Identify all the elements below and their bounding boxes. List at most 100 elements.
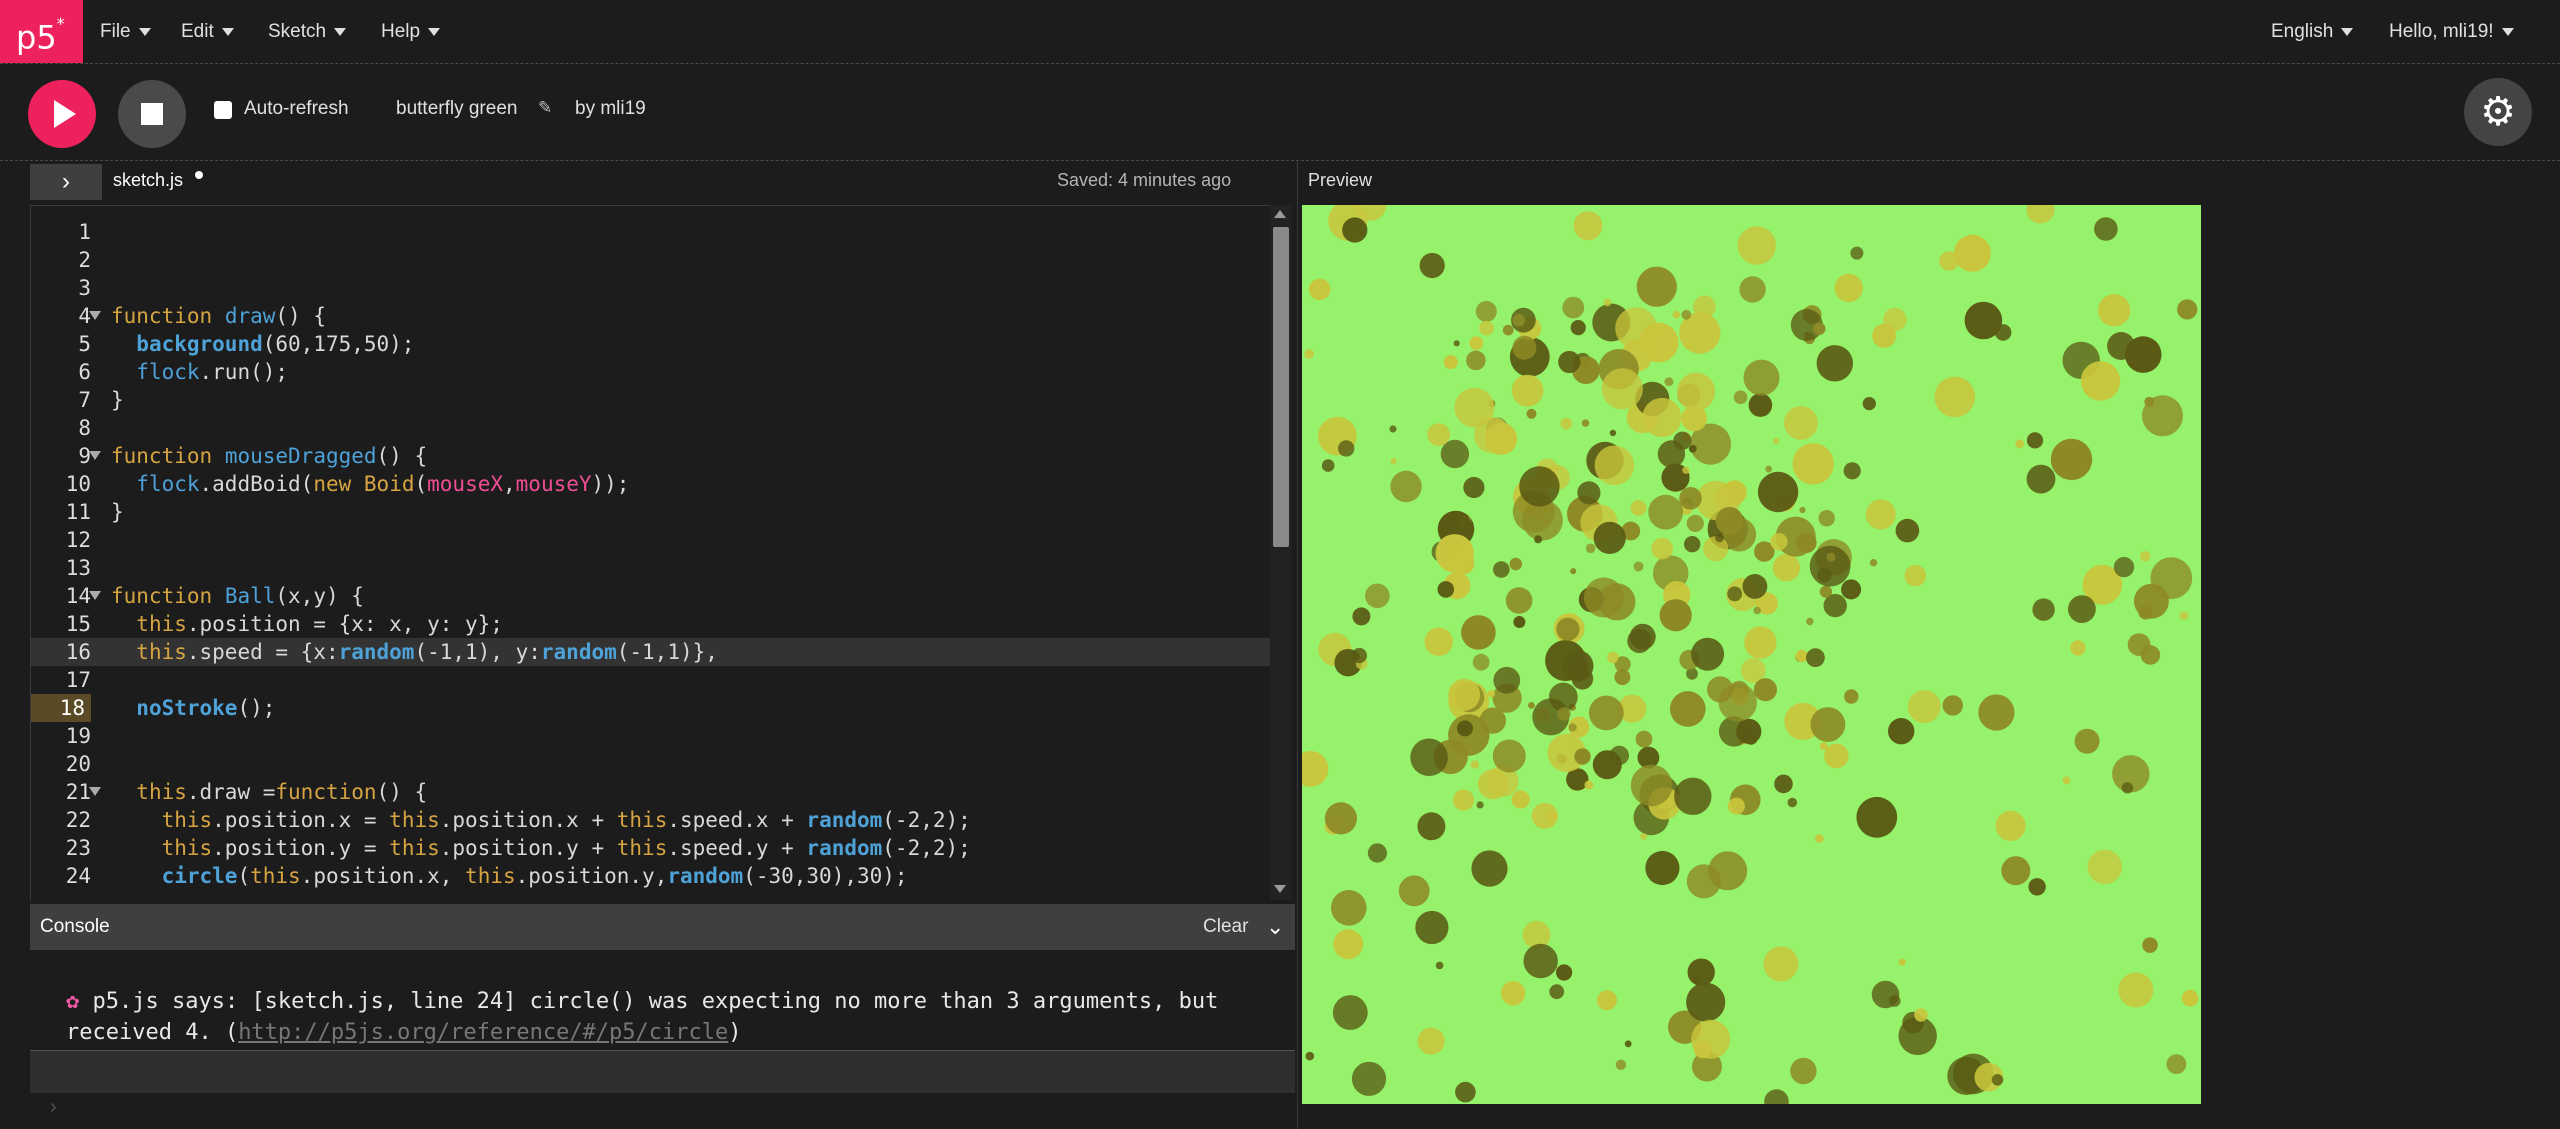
project-owner[interactable]: by mli19 <box>575 98 646 120</box>
editor-scrollbar-thumb[interactable] <box>1273 227 1289 547</box>
sketch-dot <box>1736 718 1762 745</box>
line-number: 16 <box>65 640 91 664</box>
line-number: 4 <box>78 304 91 328</box>
scroll-up-arrow-icon[interactable] <box>1274 210 1286 218</box>
code-line[interactable]: 12 <box>31 526 1271 554</box>
sketch-dot <box>1351 647 1367 664</box>
code-line[interactable]: 7} <box>31 386 1271 414</box>
sketch-dot <box>1681 405 1708 432</box>
menu-help[interactable]: Help <box>381 0 441 63</box>
sketch-dot <box>1627 628 1652 654</box>
sketch-dot <box>2113 556 2135 578</box>
code-line[interactable]: 13 <box>31 554 1271 582</box>
code-line[interactable]: 23 this.position.y = this.position.y + t… <box>31 834 1271 862</box>
fold-arrow-icon[interactable] <box>89 787 101 796</box>
sketch-dot <box>1470 760 1479 769</box>
code-line[interactable]: 1 <box>31 218 1271 246</box>
sketch-dot <box>1477 769 1508 800</box>
sketch-dot <box>1792 443 1834 485</box>
code-line[interactable]: 20 <box>31 750 1271 778</box>
fold-arrow-icon[interactable] <box>89 451 101 460</box>
sketch-dot <box>1748 393 1773 417</box>
sketch-dot <box>1512 335 1537 360</box>
sidebar-toggle-button[interactable]: › <box>30 164 102 200</box>
sketch-dot <box>1493 561 1510 578</box>
fold-arrow-icon[interactable] <box>89 311 101 320</box>
console-input[interactable] <box>30 1050 1295 1093</box>
code-line[interactable]: 17 <box>31 666 1271 694</box>
code-line[interactable]: 9 function mouseDragged() { <box>31 442 1271 470</box>
sketch-dot <box>1850 246 1864 260</box>
scroll-down-arrow-icon[interactable] <box>1274 885 1286 893</box>
sketch-dot <box>1942 695 1963 716</box>
menu-edit[interactable]: Edit <box>181 0 234 63</box>
sketch-dot <box>1471 850 1508 887</box>
play-button[interactable] <box>28 80 96 148</box>
sketch-dot <box>1308 278 1331 301</box>
auto-refresh-checkbox[interactable] <box>214 101 232 119</box>
sketch-dot <box>1677 372 1716 411</box>
code-line[interactable]: 11} <box>31 498 1271 526</box>
code-line[interactable]: 3 <box>31 274 1271 302</box>
sketch-dot <box>1708 851 1748 891</box>
sketch-dot <box>1869 559 1878 567</box>
sketch-dot <box>1715 507 1744 535</box>
code-line[interactable]: 19 <box>31 722 1271 750</box>
code-line[interactable]: 6 flock.run(); <box>31 358 1271 386</box>
sketch-preview-canvas[interactable] <box>1302 205 2201 1104</box>
sketch-dot <box>1844 689 1859 704</box>
panel-divider[interactable] <box>1297 160 1298 1129</box>
console-clear-button[interactable]: Clear <box>1203 916 1248 938</box>
code-line[interactable]: 22 this.position.x = this.position.x + t… <box>31 806 1271 834</box>
sketch-dot <box>1351 1061 1387 1096</box>
code-line[interactable]: 8 <box>31 414 1271 442</box>
toolbar <box>0 64 2560 161</box>
line-number: 5 <box>78 332 91 356</box>
sketch-dot <box>1448 678 1481 711</box>
language-selector[interactable]: English <box>2271 0 2354 63</box>
sketch-dot <box>1630 500 1647 516</box>
settings-button[interactable]: ⚙ <box>2464 78 2532 146</box>
code-text: this.position.x = this.position.x + this… <box>161 808 971 832</box>
sketch-dot <box>1636 266 1677 307</box>
menu-sketch[interactable]: Sketch <box>268 0 347 63</box>
sketch-dot <box>1651 537 1673 560</box>
project-name[interactable]: butterfly green <box>396 98 517 120</box>
code-line[interactable]: 10 flock.addBoid(new Boid(mouseX,mouseY)… <box>31 470 1271 498</box>
p5-logo[interactable]: p5* <box>0 0 83 63</box>
code-line[interactable]: 24 circle(this.position.x, this.position… <box>31 862 1271 890</box>
code-line[interactable]: 18 noStroke(); <box>31 694 1271 722</box>
code-line[interactable]: 16 this.speed = {x:random(-1,1), y:rando… <box>31 638 1271 666</box>
menu-file[interactable]: File <box>100 0 151 63</box>
sketch-dot <box>1806 617 1814 626</box>
sketch-dot <box>1568 723 1577 732</box>
sketch-dot <box>1302 751 1329 787</box>
sketch-dot <box>1415 910 1449 945</box>
sketch-dot <box>1500 981 1526 1006</box>
collapse-console-icon[interactable]: ⌄ <box>1266 914 1284 940</box>
sketch-dot <box>1570 568 1577 575</box>
fold-arrow-icon[interactable] <box>89 591 101 600</box>
code-line[interactable]: 14 function Ball(x,y) { <box>31 582 1271 610</box>
line-number: 24 <box>65 864 91 888</box>
sketch-dot <box>1511 374 1544 407</box>
sketch-dot <box>1770 533 1788 551</box>
pencil-icon[interactable]: ✎ <box>538 98 552 118</box>
sketch-dot <box>1743 359 1780 396</box>
sketch-dot <box>1715 533 1724 543</box>
code-line[interactable]: 21 this.draw =function() { <box>31 778 1271 806</box>
code-line[interactable]: 15 this.position = {x: x, y: y}; <box>31 610 1271 638</box>
code-line[interactable]: 4 function draw() { <box>31 302 1271 330</box>
user-menu[interactable]: Hello, mli19! <box>2389 0 2514 63</box>
sketch-dot <box>1679 487 1702 510</box>
code-line[interactable]: 5 background(60,175,50); <box>31 330 1271 358</box>
sketch-dot <box>1479 320 1494 336</box>
stop-button[interactable] <box>118 80 186 148</box>
sketch-dot <box>1435 534 1474 573</box>
reference-link[interactable]: http://p5js.org/reference/#/p5/circle <box>238 1020 728 1045</box>
code-line[interactable]: 2 <box>31 246 1271 274</box>
sketch-dot <box>1417 812 1446 841</box>
code-editor[interactable]: 1 2 3 4 function draw() {5 background(60,175… <box>30 205 1293 901</box>
file-tab[interactable]: sketch.js <box>113 170 183 191</box>
sketch-dot <box>2080 361 2121 401</box>
